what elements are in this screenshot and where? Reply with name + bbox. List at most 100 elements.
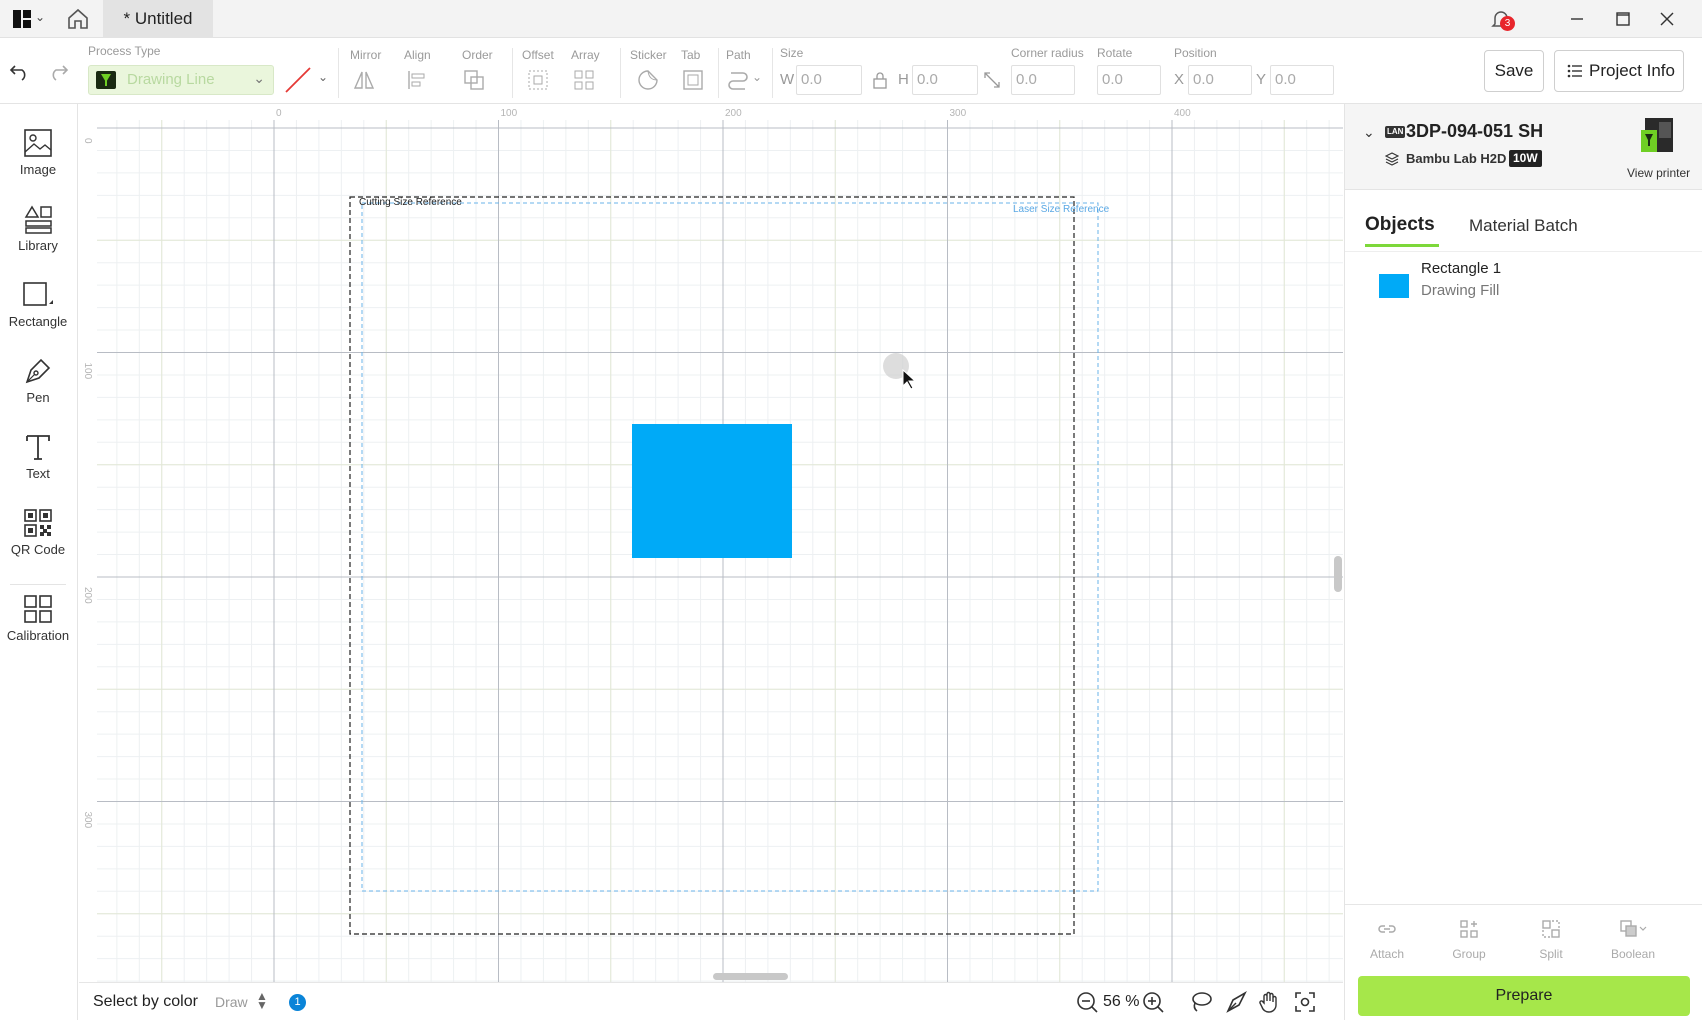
rectangle-icon — [23, 282, 53, 306]
horizontal-scrollbar[interactable] — [713, 973, 788, 980]
laser-power-badge: 10W — [1509, 150, 1542, 167]
process-type-value: Drawing Line — [127, 71, 215, 88]
hand-pan-icon[interactable] — [1257, 990, 1281, 1014]
tab-material-batch[interactable]: Material Batch — [1469, 216, 1578, 236]
cutting-size-reference-label: Cutting Size Reference — [359, 197, 462, 208]
height-field[interactable]: 0.0 — [912, 65, 978, 95]
path-icon[interactable] — [726, 68, 750, 92]
array-icon[interactable] — [572, 68, 596, 92]
notification-count-badge: 3 — [1500, 16, 1515, 31]
object-list-item[interactable]: Rectangle 1 Drawing Fill — [1379, 260, 1689, 306]
home-icon[interactable] — [66, 7, 90, 31]
app-menu-chevron-icon[interactable]: ⌄ — [35, 10, 45, 24]
toolbar-divider — [718, 48, 719, 98]
image-icon — [24, 129, 52, 157]
tool-rectangle[interactable]: Rectangle — [0, 280, 76, 350]
lasso-select-icon[interactable] — [1189, 990, 1213, 1014]
mirror-icon[interactable] — [352, 68, 376, 92]
app-logo-icon[interactable] — [12, 9, 32, 29]
ruler-tick-label: 200 — [725, 108, 742, 119]
vertical-scrollbar[interactable] — [1334, 556, 1342, 592]
tool-image[interactable]: Image — [0, 128, 76, 198]
laser-size-reference-label: Laser Size Reference — [1013, 204, 1110, 215]
split-button[interactable]: Split — [1516, 918, 1586, 961]
rectangle-object[interactable] — [632, 424, 792, 558]
height-prefix: H — [898, 71, 909, 88]
toolbar-divider — [512, 48, 513, 98]
ruler-tick-label: 300 — [82, 812, 93, 829]
text-icon — [26, 435, 50, 460]
minimize-icon[interactable] — [1566, 8, 1588, 30]
corner-radius-label: Corner radius — [1011, 46, 1084, 60]
lock-ratio-icon[interactable] — [872, 71, 888, 89]
status-bar: Select by color Draw ▲ ▼ 1 56 % — [79, 982, 1343, 1020]
undo-icon[interactable] — [8, 58, 32, 82]
rotate-label: Rotate — [1097, 46, 1133, 60]
rotate-field[interactable]: 0.0 — [1097, 65, 1161, 95]
mirror-label: Mirror — [350, 48, 382, 62]
tool-calibration[interactable]: Calibration — [0, 594, 76, 664]
info-badge[interactable]: 1 — [289, 994, 306, 1011]
x-position-field[interactable]: 0.0 — [1188, 65, 1252, 95]
mouse-cursor-icon — [883, 353, 917, 390]
ruler-tick-label: 100 — [501, 108, 518, 119]
project-info-button[interactable]: Project Info — [1554, 50, 1684, 92]
y-prefix: Y — [1256, 71, 1267, 88]
object-name: Rectangle 1 — [1421, 260, 1502, 277]
printer-thumbnail-icon[interactable] — [1637, 114, 1679, 156]
zoom-out-icon[interactable] — [1075, 990, 1099, 1014]
zoom-level: 56 % — [1103, 993, 1140, 1010]
tool-qr-code[interactable]: QR Code — [0, 508, 76, 578]
sticker-icon[interactable] — [636, 68, 660, 92]
view-printer-link[interactable]: View printer — [1627, 166, 1690, 180]
chevron-down-icon[interactable]: ⌄ — [1363, 124, 1375, 141]
close-icon[interactable] — [1656, 8, 1678, 30]
tool-library[interactable]: Library — [0, 204, 76, 274]
tool-pen[interactable]: Pen — [0, 356, 76, 426]
printer-header[interactable]: ⌄ LAN 3DP-094-051 SH Bambu Lab H2D 10W V… — [1345, 104, 1702, 190]
position-label: Position — [1174, 46, 1217, 60]
zoom-in-icon[interactable] — [1141, 990, 1165, 1014]
array-label: Array — [571, 48, 600, 62]
attach-button[interactable]: Attach — [1352, 918, 1422, 961]
width-field[interactable]: 0.0 — [796, 65, 862, 95]
y-position-field[interactable]: 0.0 — [1270, 65, 1334, 95]
line-color-icon[interactable] — [284, 66, 312, 94]
tool-label: Rectangle — [8, 314, 68, 329]
group-button[interactable]: Group — [1434, 918, 1504, 961]
corner-radius-field[interactable]: 0.0 — [1011, 65, 1075, 95]
maximize-icon[interactable] — [1612, 8, 1634, 30]
order-icon[interactable] — [462, 68, 486, 92]
tool-text[interactable]: Text — [0, 432, 76, 502]
boolean-label: Boolean — [1610, 947, 1656, 961]
attach-label: Attach — [1369, 947, 1405, 961]
redo-icon[interactable] — [46, 58, 70, 82]
rail-divider — [10, 584, 66, 585]
select-by-color-button[interactable]: Select by color — [93, 993, 198, 1011]
tab-objects[interactable]: Objects — [1365, 214, 1435, 236]
object-color-swatch — [1379, 274, 1409, 298]
draw-mode-select[interactable]: Draw — [215, 994, 248, 1010]
right-panel: ⌄ LAN 3DP-094-051 SH Bambu Lab H2D 10W V… — [1344, 104, 1702, 1020]
x-prefix: X — [1174, 71, 1185, 88]
document-tab[interactable]: * Untitled — [103, 0, 213, 38]
align-icon[interactable] — [406, 68, 430, 92]
tab-icon[interactable] — [681, 68, 705, 92]
path-chevron-icon[interactable]: ⌄ — [752, 70, 762, 84]
toolbar-divider — [620, 48, 621, 98]
process-type-select[interactable]: Drawing Line ⌄ — [88, 65, 274, 95]
prepare-button[interactable]: Prepare — [1358, 976, 1690, 1016]
boolean-button[interactable]: Boolean — [1598, 918, 1668, 961]
save-button[interactable]: Save — [1484, 50, 1544, 92]
fit-view-icon[interactable] — [1293, 990, 1317, 1014]
line-color-chevron-icon[interactable]: ⌄ — [318, 70, 328, 84]
updown-arrow-icon[interactable]: ▲ ▼ — [256, 990, 268, 1011]
node-edit-icon[interactable] — [1225, 990, 1249, 1014]
app-window: ⌄ * Untitled 3 Process Type Drawing Line… — [0, 0, 1702, 1020]
chevron-down-icon: ⌄ — [253, 70, 265, 86]
ruler-tick-label: 200 — [82, 587, 93, 604]
offset-icon[interactable] — [526, 68, 550, 92]
toolbar-divider — [338, 48, 339, 98]
design-canvas[interactable]: 0 100 200 300 400 0 100 200 300 — [79, 104, 1343, 982]
actions-divider — [1345, 904, 1702, 905]
